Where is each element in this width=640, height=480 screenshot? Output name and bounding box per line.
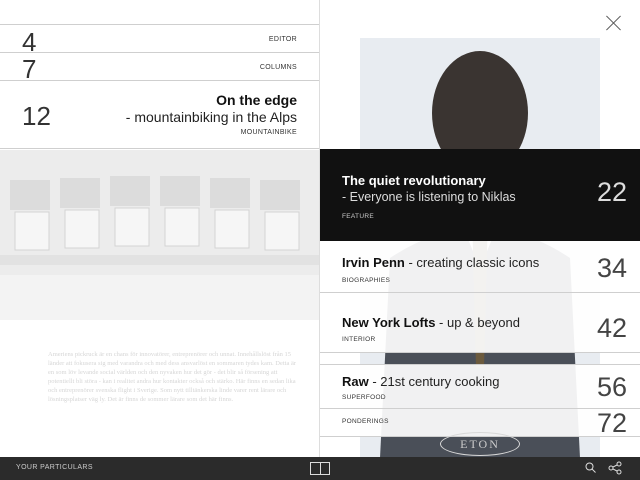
article-title: On the edge	[216, 92, 297, 108]
search-icon[interactable]	[585, 462, 596, 473]
toc-featured-article[interactable]: The quiet revolutionary - Everyone is li…	[320, 149, 640, 241]
magazine-toc-screen: 4 EDITOR 7 COLUMNS 12 On the edge - moun…	[0, 0, 640, 480]
brand-logo: ETON	[440, 432, 520, 456]
toc-row-superfood[interactable]: Raw - 21st century cooking SUPERFOOD 56	[320, 364, 640, 409]
toc-row-interior[interactable]: New York Lofts - up & beyond INTERIOR 42	[320, 293, 640, 353]
bottom-toolbar: YOUR PARTICULARS	[0, 457, 640, 480]
section-label: PONDERINGS	[342, 418, 389, 425]
article-title-light: - up & beyond	[435, 315, 520, 330]
section-label: MOUNTAINBIKE	[240, 129, 297, 136]
article-subtitle: - mountainbiking in the Alps	[125, 109, 297, 125]
close-icon[interactable]	[606, 15, 622, 31]
toc-row-mountainbike[interactable]: 12 On the edge - mountainbiking in the A…	[0, 81, 319, 149]
page-number: 72	[596, 408, 627, 438]
section-label: INTERIOR	[342, 336, 376, 343]
article-title: Raw - 21st century cooking	[342, 374, 500, 389]
article-title-light: - creating classic icons	[404, 255, 540, 270]
page-number: 56	[596, 372, 627, 402]
toc-row-editor[interactable]: 4 EDITOR	[0, 24, 319, 57]
page-number: 12	[22, 101, 51, 131]
section-label: SUPERFOOD	[342, 394, 386, 401]
auditorium-seats-illustration	[0, 150, 319, 320]
section-label: EDITOR	[268, 36, 297, 43]
share-icon[interactable]	[608, 461, 622, 475]
article-title: New York Lofts - up & beyond	[342, 315, 520, 330]
page-number: 42	[596, 313, 627, 343]
article-title: Irvin Penn - creating classic icons	[342, 255, 539, 270]
article-title: The quiet revolutionary	[342, 173, 486, 188]
section-label: FEATURE	[342, 213, 374, 220]
your-particulars-button[interactable]: YOUR PARTICULARS	[16, 464, 93, 471]
section-label: BIOGRAPHIES	[342, 277, 391, 284]
book-icon[interactable]	[310, 462, 330, 475]
toc-row-biographies[interactable]: Irvin Penn - creating classic icons BIOG…	[320, 241, 640, 293]
page-number: 34	[596, 253, 627, 283]
article-title-bold: Raw	[342, 374, 369, 389]
right-panel: The quiet revolutionary - Everyone is li…	[319, 0, 640, 458]
toc-row-columns[interactable]: 7 COLUMNS	[0, 53, 319, 84]
page-number: 22	[596, 177, 627, 207]
article-title-bold: Irvin Penn	[342, 255, 405, 270]
section-label: COLUMNS	[259, 64, 297, 71]
auditorium-photo	[0, 150, 319, 320]
article-title-bold: New York Lofts	[342, 315, 436, 330]
article-preview-text: Ameriens pickruck är en chans för innova…	[48, 351, 296, 403]
article-title-light: - 21st century cooking	[368, 374, 500, 389]
article-subtitle: - Everyone is listening to Niklas	[342, 190, 516, 204]
left-panel: 4 EDITOR 7 COLUMNS 12 On the edge - moun…	[0, 0, 319, 457]
